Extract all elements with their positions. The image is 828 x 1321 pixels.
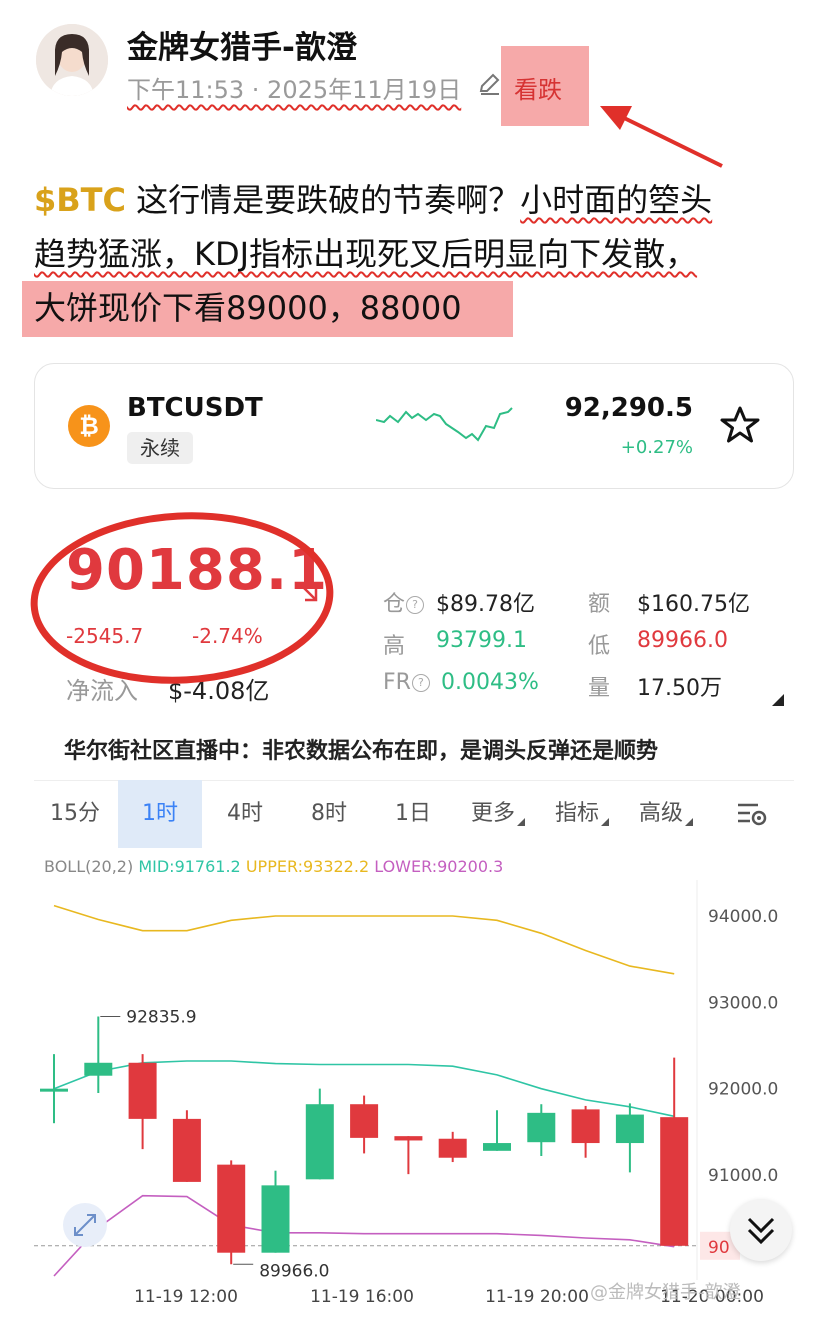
help-icon[interactable]: ? (406, 596, 425, 614)
ticker-change: +0.27% (620, 437, 693, 458)
x-tick-label: 11-19 16:00 (310, 1287, 414, 1307)
funding-rate-value: 0.0043% (441, 670, 539, 695)
annotation-circle (30, 512, 334, 684)
volume-value: 17.50万 (637, 676, 722, 701)
boll-legend: BOLL(20,2) MID:91761.2 UPPER:93322.2 LOW… (44, 857, 503, 876)
candle-body (394, 1136, 423, 1141)
candle-body (305, 1104, 334, 1180)
low-value: 89966.0 (637, 628, 728, 653)
expand-corner-icon[interactable] (772, 694, 784, 706)
low-label: 低 (588, 634, 611, 659)
post-timestamp: 下午11:53 · 2025年11月19日 (127, 76, 462, 104)
sentiment-tag: 看跌 (514, 76, 562, 104)
perpetual-badge: 永续 (127, 432, 193, 464)
tab-1d[interactable]: 1日 (372, 780, 454, 848)
candle-body (571, 1109, 600, 1144)
x-tick-label: 11-19 12:00 (134, 1287, 238, 1307)
tab-advanced[interactable]: 高级 (624, 780, 698, 848)
candle-body (128, 1062, 157, 1119)
tab-4h[interactable]: 4时 (204, 780, 286, 848)
cashtag-link[interactable]: $BTC (34, 181, 126, 219)
chart-settings-icon[interactable] (736, 800, 768, 828)
boll-upper-line (53, 904, 675, 975)
candle-body (615, 1114, 644, 1144)
ticker-sparkline (376, 407, 513, 442)
author-name[interactable]: 金牌女猎手-歆澄 (127, 22, 357, 67)
boll-lower: LOWER:90200.3 (374, 857, 504, 876)
boll-upper: UPPER:93322.2 (245, 857, 370, 876)
candle-body (483, 1143, 511, 1151)
author-avatar[interactable] (36, 24, 108, 96)
candle-body (84, 1062, 113, 1076)
candle-body (172, 1118, 201, 1182)
low-annotation: 89966.0 (259, 1261, 329, 1281)
watermark: @金牌女猎手-歆澄 (590, 1282, 741, 1303)
star-icon[interactable] (720, 405, 760, 445)
open-interest-value: $89.78亿 (436, 592, 535, 617)
high-annotation: 92835.9 (126, 1008, 196, 1028)
post-line-2: 趋势猛涨，KDJ指标出现死叉后明显向下发散， (34, 235, 698, 273)
edit-icon (479, 73, 500, 95)
x-tick-label: 11-19 20:00 (485, 1287, 589, 1307)
news-ticker[interactable]: 华尔街社区直播中：非农数据公布在即，是调头反弹还是顺势 (64, 733, 794, 765)
annotation-arrow (600, 106, 723, 168)
dropdown-caret-icon (517, 818, 525, 826)
volume-label: 量 (588, 676, 611, 701)
ticker-symbol: BTCUSDT (127, 393, 263, 423)
high-value: 93799.1 (436, 628, 527, 653)
candlestick-chart[interactable]: 94000.0 93000.0 92000.0 91000.0 90 92835.9 899… (0, 880, 828, 1320)
candle-body (527, 1112, 556, 1143)
dropdown-caret-icon (685, 818, 693, 826)
candle-body (217, 1164, 246, 1253)
boll-name: BOLL(20,2) (44, 857, 134, 876)
double-chevron-down-icon (747, 1217, 775, 1245)
dropdown-caret-icon (601, 818, 609, 826)
candle-body (40, 1088, 68, 1092)
current-price-label: 90 (708, 1238, 730, 1258)
post-line-3: 大饼现价下看89000，88000 (34, 289, 462, 327)
tab-8h[interactable]: 8时 (288, 780, 370, 848)
scroll-down-button[interactable] (730, 1199, 792, 1261)
y-tick-label: 92000.0 (708, 1080, 778, 1100)
turnover-value: $160.75亿 (637, 592, 750, 617)
tab-more[interactable]: 更多 (456, 780, 530, 848)
tab-1h[interactable]: 1时 (118, 780, 202, 848)
candle-body (261, 1185, 290, 1253)
ticker-price: 92,290.5 (564, 393, 693, 423)
y-tick-label: 94000.0 (708, 907, 778, 927)
boll-mid: MID:91761.2 (138, 857, 241, 876)
funding-rate-label: FR? (383, 670, 430, 695)
tab-15m[interactable]: 15分 (34, 780, 116, 848)
candle-body (350, 1104, 379, 1138)
turnover-label: 额 (588, 592, 611, 617)
candle-body (438, 1138, 467, 1158)
post-text-1: 这行情是要跌破的节奏啊？ (125, 181, 521, 219)
bitcoin-icon: ₿ (68, 405, 110, 447)
tab-indicators[interactable]: 指标 (540, 780, 614, 848)
open-interest-label: 仓? (383, 586, 425, 618)
boll-lower-line (53, 1194, 675, 1277)
y-tick-label: 91000.0 (708, 1166, 778, 1186)
high-label: 高 (383, 634, 406, 659)
post-line-1: $BTC 这行情是要跌破的节奏啊？小时面的箜头 (34, 178, 712, 222)
post-text-1-underlined: 小时面的箜头 (520, 181, 713, 219)
candle-body (660, 1117, 689, 1246)
help-icon[interactable]: ? (411, 674, 430, 692)
y-tick-label: 93000.0 (708, 993, 778, 1013)
